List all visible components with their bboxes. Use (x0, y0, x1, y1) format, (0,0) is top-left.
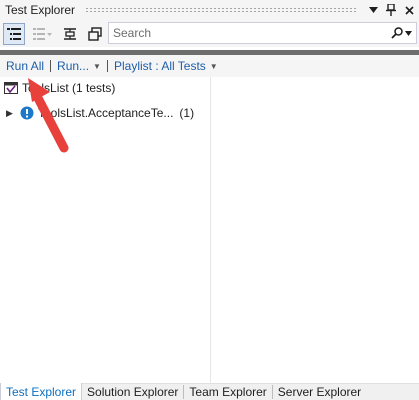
tab-server-explorer[interactable]: Server Explorer (273, 383, 366, 400)
copy-icon (88, 26, 102, 41)
playlist-menu[interactable]: Playlist : All Tests ▼ (108, 59, 224, 73)
search-input[interactable] (109, 24, 391, 42)
group-by-icon (7, 27, 21, 40)
dropdown-icon[interactable] (365, 2, 381, 18)
playlist-label: Playlist : All Tests (113, 59, 206, 73)
chevron-down-icon (405, 30, 412, 36)
test-explorer-window: Test Explorer Search Run All Run... ▼ Pl… (0, 0, 419, 400)
tab-test-explorer[interactable]: Test Explorer (0, 383, 83, 400)
tab-team-explorer[interactable]: Team Explorer (184, 383, 271, 400)
title-bar: Test Explorer (0, 0, 419, 20)
expand-arrow-icon[interactable]: ▶ (6, 108, 16, 119)
window-title: Test Explorer (5, 3, 76, 17)
chevron-down-icon: ▼ (209, 61, 218, 71)
test-list-button[interactable] (28, 23, 56, 45)
test-project-icon (4, 82, 18, 94)
pane-splitter[interactable] (210, 77, 211, 383)
list-view-icon (33, 27, 52, 40)
close-icon[interactable] (401, 2, 417, 18)
drag-grip[interactable] (85, 7, 357, 13)
copy-windows-button[interactable] (84, 23, 106, 45)
run-menu-label: Run... (57, 59, 90, 73)
bottom-tab-strip: Test Explorer Solution Explorer Team Exp… (0, 383, 419, 400)
chevron-down-icon: ▼ (93, 61, 101, 71)
red-annotation-arrow (28, 78, 69, 153)
run-all-link[interactable]: Run All (0, 59, 50, 73)
run-menu[interactable]: Run... ▼ (51, 59, 107, 73)
toolbar (0, 20, 419, 47)
tab-solution-explorer[interactable]: Solution Explorer (82, 383, 183, 400)
search-button[interactable] (391, 27, 416, 39)
search-icon (391, 27, 403, 39)
tree-child-count: (1) (179, 106, 195, 120)
command-bar: Run All Run... ▼ Playlist : All Tests ▼ (0, 55, 419, 77)
group-by-button[interactable] (3, 22, 25, 45)
pin-icon[interactable] (383, 2, 399, 18)
expand-all-button[interactable] (59, 23, 81, 45)
search-box (108, 22, 417, 44)
expand-all-icon (64, 27, 76, 40)
